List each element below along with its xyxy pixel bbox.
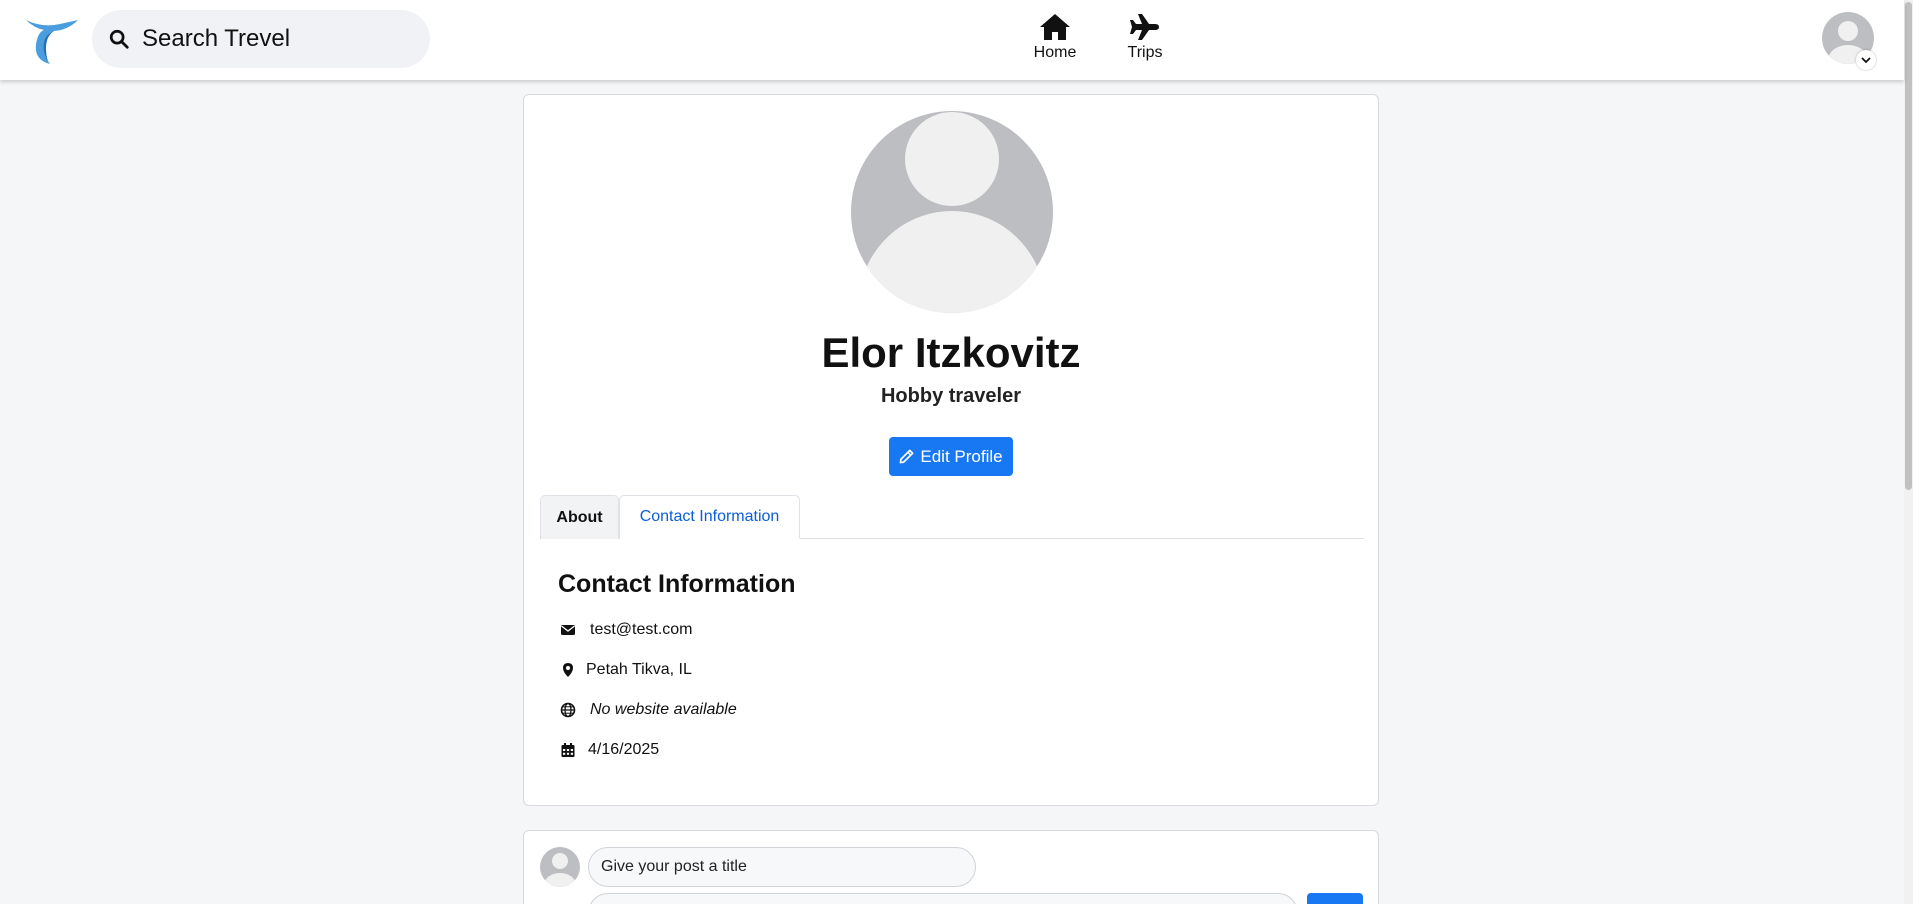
profile-name: Elor Itzkovitz <box>821 329 1081 376</box>
profile-tabs: About Contact Information <box>540 495 1364 539</box>
top-navbar: Home Trips <box>0 0 1904 80</box>
nav-home[interactable]: Home <box>1020 12 1090 68</box>
nav-trips-label: Trips <box>1127 44 1163 61</box>
globe-icon <box>560 702 576 718</box>
contact-website-row: No website available <box>560 698 737 722</box>
contact-website: No website available <box>590 701 737 718</box>
calendar-icon <box>561 743 575 757</box>
pencil-icon <box>899 449 914 464</box>
scrollbar-thumb[interactable] <box>1905 2 1912 490</box>
user-menu-button[interactable] <box>1822 12 1878 70</box>
nav-trips[interactable]: Trips <box>1110 12 1180 68</box>
logo-icon[interactable] <box>24 14 78 66</box>
contact-date-row: 4/16/2025 <box>560 738 659 762</box>
tab-about[interactable]: About <box>540 495 619 539</box>
post-title-input[interactable] <box>588 847 976 887</box>
search-input[interactable] <box>142 25 402 53</box>
post-body-input[interactable] <box>588 893 1298 904</box>
post-composer <box>523 830 1379 904</box>
map-pin-icon <box>563 663 573 677</box>
contact-email[interactable]: test@test.com <box>590 621 693 639</box>
composer-avatar <box>540 847 580 887</box>
page-scrollbar[interactable] <box>1904 0 1913 904</box>
contact-location: Petah Tikva, IL <box>586 661 692 678</box>
search-bar[interactable] <box>92 10 430 68</box>
edit-profile-label: Edit Profile <box>920 446 1003 466</box>
post-submit-button[interactable] <box>1307 893 1363 904</box>
search-icon <box>109 29 129 49</box>
envelope-icon <box>561 625 575 635</box>
plane-icon <box>1130 14 1159 40</box>
contact-date: 4/16/2025 <box>588 741 660 758</box>
chevron-down-icon <box>1856 50 1876 70</box>
nav-home-label: Home <box>1033 44 1077 61</box>
contact-location-row: Petah Tikva, IL <box>560 658 692 682</box>
contact-heading: Contact Information <box>558 570 796 598</box>
contact-email-row: test@test.com <box>560 618 693 642</box>
tab-contact-information[interactable]: Contact Information <box>619 495 800 539</box>
home-icon <box>1040 14 1070 40</box>
profile-role: Hobby traveler <box>880 385 1022 407</box>
edit-profile-button[interactable]: Edit Profile <box>889 437 1013 476</box>
profile-avatar <box>851 111 1053 313</box>
